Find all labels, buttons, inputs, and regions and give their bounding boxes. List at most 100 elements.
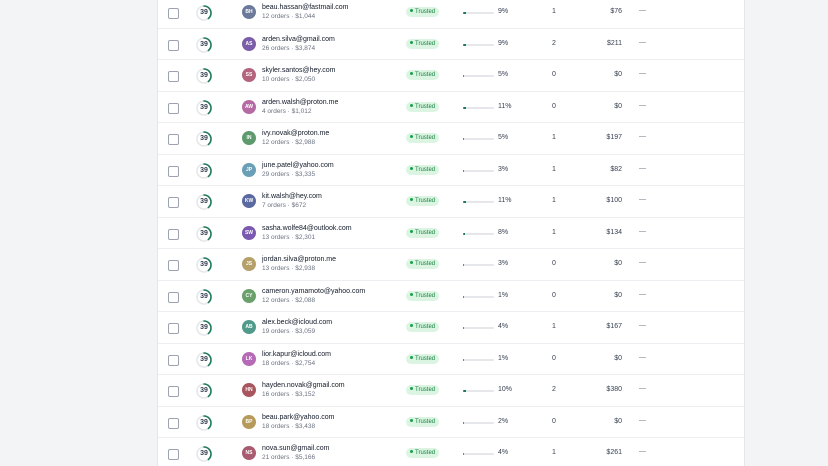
row-checkbox[interactable] <box>168 165 179 177</box>
row-checkbox[interactable] <box>168 134 179 145</box>
customer-email[interactable]: arden.silva@gmail.com <box>262 35 402 44</box>
customer-email[interactable]: alex.beck@icloud.com <box>262 318 402 327</box>
row-action[interactable]: — <box>639 354 646 361</box>
rate-bar-fill <box>463 106 467 109</box>
row-checkbox[interactable] <box>168 8 179 19</box>
customer-email[interactable]: beau.park@yahoo.com <box>262 413 402 422</box>
avatar: IN <box>242 131 256 145</box>
row-action[interactable]: — <box>639 417 646 424</box>
rate-bar <box>463 106 494 109</box>
customer-email[interactable]: ivy.novak@proton.me <box>262 129 402 138</box>
customer-email[interactable]: sasha.wolfe84@outlook.com <box>262 224 402 233</box>
customer-email[interactable]: hayden.novak@gmail.com <box>262 381 402 390</box>
customer-email[interactable]: june.patel@yahoo.com <box>262 161 402 170</box>
customer-cell: lior.kapur@icloud.com 18 orders · $2,754 <box>262 350 402 368</box>
row-action[interactable]: — <box>639 291 646 298</box>
customer-email[interactable]: arden.walsh@proton.me <box>262 98 402 107</box>
customer-cell: arden.silva@gmail.com 26 orders · $3,874 <box>262 35 402 53</box>
table-row[interactable]: 39 KW kit.walsh@hey.com 7 orders · $672 … <box>158 186 744 218</box>
status-badge: Trusted <box>406 416 440 427</box>
table-row[interactable]: 39 SS skyler.santos@hey.com 10 orders · … <box>158 60 744 92</box>
rate-bar-fill <box>463 138 465 140</box>
rate-bar <box>463 327 494 329</box>
customer-email[interactable]: skyler.santos@hey.com <box>262 66 402 75</box>
status-dot-icon <box>410 418 413 422</box>
row-checkbox[interactable] <box>168 102 179 114</box>
row-action[interactable]: — <box>639 228 646 235</box>
risk-score: 39 <box>195 67 213 85</box>
table-row[interactable]: 39 HN hayden.novak@gmail.com 16 orders ·… <box>158 375 744 407</box>
risk-score-value: 39 <box>200 135 208 142</box>
rate-bar-fill <box>463 232 466 235</box>
risk-score: 39 <box>195 162 213 180</box>
row-action[interactable]: — <box>639 165 646 172</box>
status-badge-label: Trusted <box>415 355 436 362</box>
row-action[interactable]: — <box>639 133 646 140</box>
dispute-count: 0 <box>552 102 556 110</box>
table-row[interactable]: 39 LK lior.kapur@icloud.com 18 orders · … <box>158 344 744 375</box>
table-row[interactable]: 39 JS jordan.silva@proton.me 13 orders ·… <box>158 249 744 281</box>
table-row[interactable]: 39 NS nova.sun@gmail.com 21 orders · $5,… <box>158 438 744 466</box>
status-dot-icon <box>410 166 413 170</box>
risk-score-value: 39 <box>200 229 208 237</box>
customer-email[interactable]: beau.hassan@fastmail.com <box>262 3 402 12</box>
risk-score-value: 39 <box>200 72 208 79</box>
dispute-count: 1 <box>552 8 556 15</box>
table-row[interactable]: 39 BP beau.park@yahoo.com 18 orders · $3… <box>158 407 744 438</box>
customer-email[interactable]: nova.sun@gmail.com <box>262 444 402 453</box>
row-checkbox[interactable] <box>168 39 179 51</box>
rate-bar-fill <box>463 358 464 361</box>
row-action[interactable]: — <box>639 448 646 455</box>
status-dot-icon <box>410 135 413 138</box>
table-row[interactable]: 39 CY cameron.yamamoto@yahoo.com 12 orde… <box>158 281 744 312</box>
row-action[interactable]: — <box>639 196 646 203</box>
customer-meta: 7 orders · $672 <box>262 202 307 209</box>
customer-email[interactable]: jordan.silva@proton.me <box>262 255 402 264</box>
customer-meta: 29 orders · $3,335 <box>262 170 316 178</box>
row-checkbox[interactable] <box>168 417 179 429</box>
row-checkbox[interactable] <box>168 197 179 208</box>
row-action[interactable]: — <box>639 102 646 109</box>
table-body: 39 BH beau.hassan@fastmail.com 12 orders… <box>158 0 744 466</box>
customer-meta: 18 orders · $3,438 <box>262 422 316 430</box>
row-action[interactable]: — <box>639 322 646 329</box>
customer-email[interactable]: lior.kapur@icloud.com <box>262 350 402 359</box>
rate-bar-fill <box>463 390 466 392</box>
customer-email[interactable]: kit.walsh@hey.com <box>262 192 402 201</box>
row-action[interactable]: — <box>639 259 646 266</box>
row-action[interactable]: — <box>639 39 646 46</box>
risk-score-value: 39 <box>200 324 208 331</box>
table-row[interactable]: 39 AS arden.silva@gmail.com 26 orders · … <box>158 29 744 60</box>
row-checkbox[interactable] <box>168 260 179 271</box>
table-row[interactable]: 39 BH beau.hassan@fastmail.com 12 orders… <box>158 0 744 29</box>
risk-score: 39 <box>195 445 213 463</box>
status-badge: Trusted <box>406 133 440 143</box>
row-checkbox[interactable] <box>168 291 179 303</box>
table-row[interactable]: 39 JP june.patel@yahoo.com 29 orders · $… <box>158 155 744 186</box>
row-checkbox[interactable] <box>168 71 179 82</box>
status-badge-label: Trusted <box>415 72 436 78</box>
row-checkbox[interactable] <box>168 228 179 240</box>
row-checkbox[interactable] <box>168 354 179 366</box>
customer-meta: 12 orders · $1,044 <box>262 13 316 20</box>
row-action[interactable]: — <box>639 70 646 77</box>
customer-meta: 16 orders · $3,152 <box>262 391 316 398</box>
row-checkbox[interactable] <box>168 386 179 397</box>
dispute-count: 2 <box>552 39 556 47</box>
status-badge: Trusted <box>406 7 440 17</box>
table-row[interactable]: 39 AW arden.walsh@proton.me 4 orders · $… <box>158 92 744 123</box>
customer-email[interactable]: cameron.yamamoto@yahoo.com <box>262 287 402 296</box>
row-action[interactable]: — <box>639 7 646 14</box>
status-badge-label: Trusted <box>415 103 436 110</box>
rate-bar <box>463 169 494 172</box>
table-row[interactable]: 39 AB alex.beck@icloud.com 19 orders · $… <box>158 312 744 344</box>
table-row[interactable]: 39 SW sasha.wolfe84@outlook.com 13 order… <box>158 218 744 249</box>
avatar: AB <box>242 320 256 334</box>
risk-score: 39 <box>195 319 213 337</box>
rate-value: 9% <box>498 39 509 47</box>
row-action[interactable]: — <box>639 385 646 392</box>
table-row[interactable]: 39 IN ivy.novak@proton.me 12 orders · $2… <box>158 123 744 155</box>
status-dot-icon <box>410 324 413 327</box>
row-checkbox[interactable] <box>168 449 179 460</box>
row-checkbox[interactable] <box>168 323 179 334</box>
